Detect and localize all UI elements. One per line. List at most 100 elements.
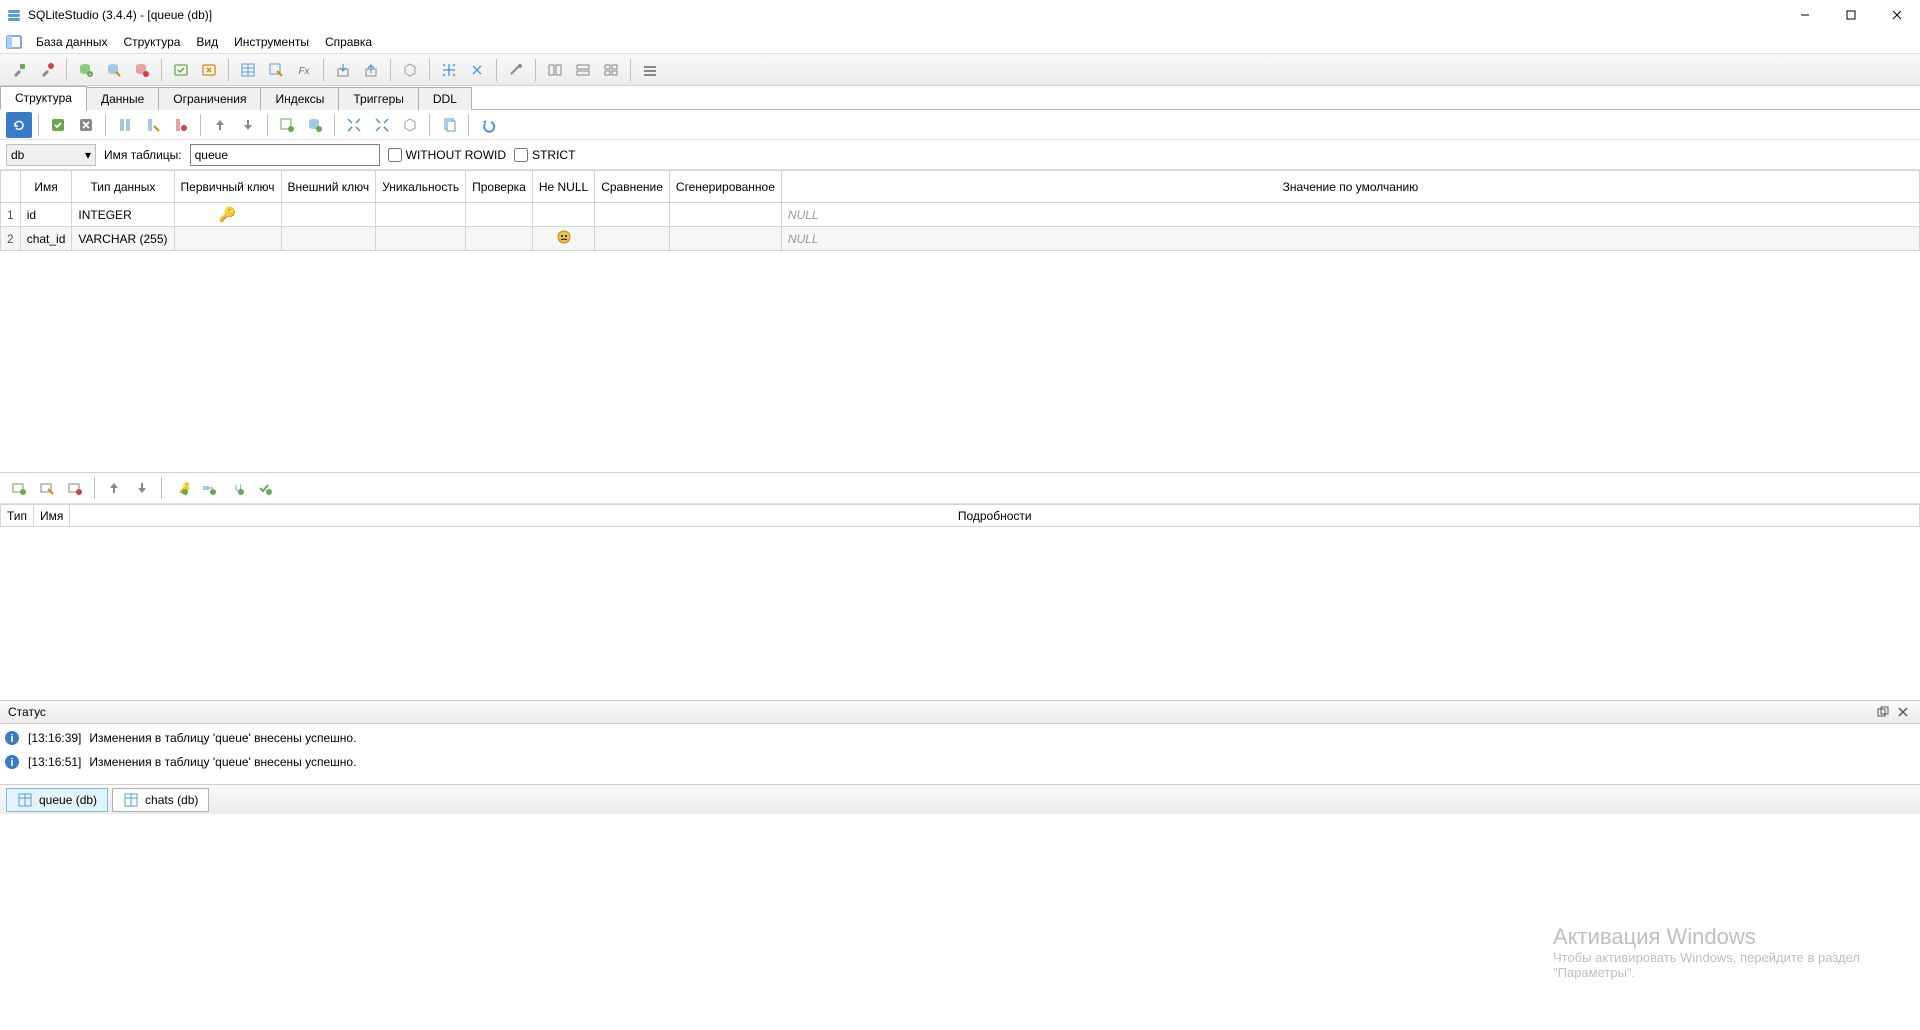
table-name-label: Имя таблицы: bbox=[104, 148, 182, 162]
tab-indexes[interactable]: Индексы bbox=[260, 87, 339, 110]
import-icon[interactable] bbox=[330, 57, 356, 83]
status-restore-icon[interactable] bbox=[1874, 703, 1892, 721]
disconnect-icon[interactable] bbox=[34, 57, 60, 83]
expand-blue-icon[interactable] bbox=[341, 112, 367, 138]
check-add-icon[interactable] bbox=[252, 475, 278, 501]
constraints-toolbar: 🔑 U bbox=[0, 472, 1920, 504]
unique-add-icon[interactable]: U bbox=[224, 475, 250, 501]
rollback-icon[interactable] bbox=[196, 57, 222, 83]
task-item-queue[interactable]: queue (db) bbox=[6, 788, 108, 812]
layout3-icon[interactable] bbox=[598, 57, 624, 83]
menu-view[interactable]: Вид bbox=[188, 32, 226, 52]
menu-structure[interactable]: Структура bbox=[115, 32, 188, 52]
export-icon[interactable] bbox=[358, 57, 384, 83]
windows-activation-watermark: Активация Windows Чтобы активировать Win… bbox=[1553, 924, 1860, 980]
delete-column-icon[interactable] bbox=[168, 112, 194, 138]
col-header-pk[interactable]: Первичный ключ bbox=[174, 171, 281, 203]
menu-database[interactable]: База данных bbox=[28, 32, 115, 52]
status-close-icon[interactable] bbox=[1894, 703, 1912, 721]
col-header-fk[interactable]: Внешний ключ bbox=[281, 171, 376, 203]
taskbar: queue (db) chats (db) bbox=[0, 784, 1920, 814]
col-header-notnull[interactable]: Не NULL bbox=[532, 171, 594, 203]
not-null-icon bbox=[557, 233, 571, 247]
chevron-down-icon: ▾ bbox=[85, 148, 91, 162]
collapse-icon[interactable] bbox=[464, 57, 490, 83]
svg-text:Fx: Fx bbox=[298, 66, 310, 77]
without-rowid-checkbox[interactable]: WITHOUT ROWID bbox=[388, 148, 506, 162]
table-row[interactable]: 1 id INTEGER 🔑 NULL bbox=[1, 203, 1920, 227]
constraint-header-details[interactable]: Подробности bbox=[70, 505, 1920, 527]
layout2-icon[interactable] bbox=[570, 57, 596, 83]
pk-add-icon[interactable]: 🔑 bbox=[168, 475, 194, 501]
db-selector[interactable]: db ▾ bbox=[6, 144, 96, 166]
close-button[interactable] bbox=[1874, 0, 1920, 30]
table-name-row: db ▾ Имя таблицы: WITHOUT ROWID STRICT bbox=[0, 140, 1920, 170]
maximize-button[interactable] bbox=[1828, 0, 1874, 30]
edit-constraint-icon[interactable] bbox=[34, 475, 60, 501]
columns-grid: Имя Тип данных Первичный ключ Внешний кл… bbox=[0, 170, 1920, 472]
strict-checkbox[interactable]: STRICT bbox=[514, 148, 575, 162]
menubar: База данных Структура Вид Инструменты Сп… bbox=[0, 30, 1920, 54]
add-table-green-icon[interactable] bbox=[274, 112, 300, 138]
table-row[interactable]: 2 chat_id VARCHAR (255) NULL bbox=[1, 227, 1920, 251]
tab-data[interactable]: Данные bbox=[86, 87, 159, 110]
primary-key-icon: 🔑 bbox=[219, 206, 236, 222]
undo-icon[interactable] bbox=[475, 112, 501, 138]
commit-structure-icon[interactable] bbox=[45, 112, 71, 138]
edit-table-icon[interactable] bbox=[263, 57, 289, 83]
connect-icon[interactable] bbox=[6, 57, 32, 83]
move-down-icon[interactable] bbox=[235, 112, 261, 138]
commit-icon[interactable] bbox=[168, 57, 194, 83]
refresh-structure-icon[interactable] bbox=[6, 112, 32, 138]
col-header-type[interactable]: Тип данных bbox=[72, 171, 174, 203]
col-header-default[interactable]: Значение по умолчанию bbox=[781, 171, 1919, 203]
panel-toggle-icon[interactable] bbox=[4, 32, 24, 52]
main-toolbar: + Fx bbox=[0, 54, 1920, 86]
expand-icon[interactable] bbox=[436, 57, 462, 83]
delete-constraint-icon[interactable] bbox=[62, 475, 88, 501]
copy-ddl-icon[interactable] bbox=[436, 112, 462, 138]
menu-tools[interactable]: Инструменты bbox=[226, 32, 317, 52]
add-constraint-icon[interactable] bbox=[6, 475, 32, 501]
col-header-generated[interactable]: Сгенерированное bbox=[669, 171, 781, 203]
structure-toolbar bbox=[0, 110, 1920, 140]
svg-text:i: i bbox=[10, 733, 13, 745]
layout1-icon[interactable] bbox=[542, 57, 568, 83]
fk-add-icon[interactable] bbox=[196, 475, 222, 501]
constraint-header-type[interactable]: Тип bbox=[1, 505, 34, 527]
table-name-input[interactable] bbox=[190, 144, 380, 166]
add-db-icon[interactable]: + bbox=[73, 57, 99, 83]
constraint-down-icon[interactable] bbox=[129, 475, 155, 501]
minimize-button[interactable] bbox=[1782, 0, 1828, 30]
settings-icon[interactable] bbox=[503, 57, 529, 83]
col-header-check[interactable]: Проверка bbox=[466, 171, 533, 203]
table-icon[interactable] bbox=[235, 57, 261, 83]
constraints-grid: Тип Имя Подробности bbox=[0, 504, 1920, 700]
move-up-icon[interactable] bbox=[207, 112, 233, 138]
tab-constraints[interactable]: Ограничения bbox=[158, 87, 261, 110]
remove-db-icon[interactable] bbox=[129, 57, 155, 83]
window-list-icon[interactable] bbox=[637, 57, 663, 83]
menu-help[interactable]: Справка bbox=[317, 32, 380, 52]
task-item-chats[interactable]: chats (db) bbox=[112, 788, 209, 812]
function-icon[interactable]: Fx bbox=[291, 57, 317, 83]
add-column-icon[interactable] bbox=[112, 112, 138, 138]
edit-db-icon[interactable] bbox=[101, 57, 127, 83]
constraint-header-name[interactable]: Имя bbox=[34, 505, 70, 527]
cube-icon[interactable] bbox=[397, 57, 423, 83]
status-header: Статус bbox=[0, 700, 1920, 724]
col-header-name[interactable]: Имя bbox=[20, 171, 72, 203]
edit-column-icon[interactable] bbox=[140, 112, 166, 138]
col-header-collate[interactable]: Сравнение bbox=[595, 171, 670, 203]
add-index-icon[interactable] bbox=[302, 112, 328, 138]
tab-ddl[interactable]: DDL bbox=[418, 87, 472, 110]
rollback-structure-icon[interactable] bbox=[73, 112, 99, 138]
cube2-icon[interactable] bbox=[397, 112, 423, 138]
status-title: Статус bbox=[8, 705, 46, 719]
constraint-up-icon[interactable] bbox=[101, 475, 127, 501]
col-header-unique[interactable]: Уникальность bbox=[376, 171, 466, 203]
status-line: i [13:16:51] Изменения в таблицу 'queue'… bbox=[4, 750, 1916, 774]
tab-triggers[interactable]: Триггеры bbox=[338, 87, 419, 110]
tab-structure[interactable]: Структура bbox=[0, 86, 87, 110]
collapse-blue-icon[interactable] bbox=[369, 112, 395, 138]
